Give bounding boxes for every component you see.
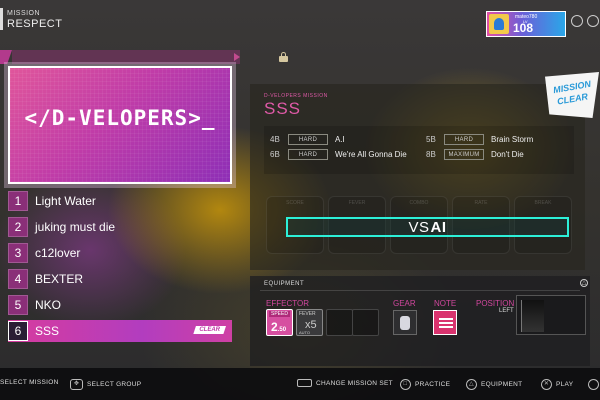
mission-number: 3 xyxy=(8,243,28,263)
position-preview[interactable] xyxy=(516,295,586,335)
button-mode: 4B xyxy=(270,135,280,144)
position-label: POSITION xyxy=(476,299,515,308)
mission-name: NKO xyxy=(35,298,62,312)
effector-slot-empty[interactable] xyxy=(352,309,379,336)
player-card[interactable]: mateo780 LV 108 xyxy=(486,11,566,37)
triangle-button-icon: △ xyxy=(466,379,477,390)
equipment-hint[interactable]: △ EQUIPMENT xyxy=(466,379,522,390)
mission-number: 6 xyxy=(8,321,28,341)
list-item[interactable]: 5 NKO xyxy=(8,294,232,316)
speed-value: 2.50 xyxy=(271,320,287,334)
cover-title: </D-VELOPERS>_ xyxy=(24,106,216,130)
mission-name: juking must die xyxy=(35,220,116,234)
practice-hint[interactable]: □ PRACTICE xyxy=(400,379,450,390)
slot-label: FEVER xyxy=(348,200,366,206)
difficulty-label: HARD xyxy=(444,134,484,145)
requirement-row: 4B HARD A.I xyxy=(270,134,345,145)
button-mode: 8B xyxy=(426,150,436,159)
button-mode: 5B xyxy=(426,135,436,144)
detail-title: SSS xyxy=(264,99,302,118)
mission-name: BEXTER xyxy=(35,272,84,286)
lock-icon xyxy=(279,52,288,62)
note-label: NOTE xyxy=(434,299,457,308)
touchpad-icon xyxy=(297,379,312,387)
difficulty-label: HARD xyxy=(288,134,328,145)
song-name: A.I xyxy=(335,135,345,144)
difficulty-label: MAXIMUM xyxy=(444,149,484,160)
select-mission-hint[interactable]: SELECT MISSION xyxy=(0,379,59,386)
slot-label: BREAK xyxy=(534,200,552,206)
list-item[interactable]: 1 Light Water xyxy=(8,190,232,212)
page-title: RESPECT xyxy=(7,18,63,30)
note-slot[interactable] xyxy=(433,310,457,335)
play-hint[interactable]: ✕ PLAY xyxy=(541,379,573,390)
speed-label: SPEED xyxy=(269,311,290,317)
vs-target: AI xyxy=(430,218,447,236)
mission-number: 1 xyxy=(8,191,28,211)
clear-badge: CLEAR xyxy=(193,326,226,334)
options-icon[interactable] xyxy=(587,15,599,27)
change-mission-set-hint[interactable]: CHANGE MISSION SET xyxy=(297,379,393,387)
list-item[interactable]: 2 juking must die xyxy=(8,216,232,238)
list-item-selected[interactable]: 6 SSS CLEAR xyxy=(8,320,232,342)
next-pack-arrow-icon[interactable] xyxy=(234,53,240,61)
dpad-icon: ✥ xyxy=(70,379,83,390)
song-name: Don't Die xyxy=(491,150,524,159)
footer-bar: SELECT MISSION ✥ SELECT GROUP CHANGE MIS… xyxy=(0,368,600,400)
requirement-row: 6B HARD We're All Gonna Die xyxy=(270,149,407,160)
vs-prefix: VS xyxy=(408,218,430,236)
pack-banner-bar xyxy=(12,50,240,64)
song-name: We're All Gonna Die xyxy=(335,150,407,159)
mission-clear-stamp: MISSION CLEAR xyxy=(545,72,599,118)
button-mode: 6B xyxy=(270,150,280,159)
difficulty-label: HARD xyxy=(288,149,328,160)
mission-name: Light Water xyxy=(35,194,96,208)
mission-number: 2 xyxy=(8,217,28,237)
circle-button-icon[interactable] xyxy=(588,379,600,390)
fever-label: FEVER xyxy=(299,311,316,317)
requirement-row: 5B HARD Brain Storm xyxy=(426,134,533,145)
gear-slot[interactable] xyxy=(393,310,417,335)
mission-detail-panel: D-VELOPERS MISSION SSS 4B HARD A.I 5B HA… xyxy=(250,84,585,270)
equipment-title: EQUIPMENT xyxy=(264,281,305,287)
select-group-hint[interactable]: ✥ SELECT GROUP xyxy=(70,379,141,390)
speed-effector[interactable]: SPEED 2.50 xyxy=(266,309,293,336)
effector-label: EFFECTOR xyxy=(266,299,309,308)
list-item[interactable]: 3 c12lover xyxy=(8,242,232,264)
list-item[interactable]: 4 BEXTER xyxy=(8,268,232,290)
fever-mode: AUTO xyxy=(299,330,311,335)
slot-label: RATE xyxy=(474,200,488,206)
mission-name: c12lover xyxy=(35,246,81,260)
header-section: MISSION xyxy=(7,10,41,17)
song-name: Brain Storm xyxy=(491,135,534,144)
avatar xyxy=(489,14,509,34)
header: MISSION RESPECT mateo780 LV 108 xyxy=(0,0,600,40)
mission-pack-cover: </D-VELOPERS>_ xyxy=(4,62,236,188)
divider xyxy=(260,290,580,291)
triangle-button-icon[interactable]: △ xyxy=(580,279,588,287)
header-accent-line xyxy=(0,8,3,30)
fever-effector[interactable]: FEVER x5 AUTO xyxy=(296,309,323,336)
vs-ai-banner: VS AI xyxy=(286,217,569,237)
notification-icon[interactable] xyxy=(571,15,583,27)
requirement-row: 8B MAXIMUM Don't Die xyxy=(426,149,524,160)
mission-list: 1 Light Water 2 juking must die 3 c12lov… xyxy=(8,190,232,346)
square-button-icon: □ xyxy=(400,379,411,390)
mission-name: SSS xyxy=(35,324,60,338)
mission-number: 5 xyxy=(8,295,28,315)
position-value: LEFT xyxy=(499,308,514,314)
cross-button-icon: ✕ xyxy=(541,379,552,390)
mission-number: 4 xyxy=(8,269,28,289)
slot-label: COMBO xyxy=(409,200,429,206)
slot-label: SCORE xyxy=(286,200,304,206)
effector-slot-empty[interactable] xyxy=(326,309,353,336)
gear-label: GEAR xyxy=(393,299,416,308)
player-level: 108 xyxy=(513,21,534,35)
